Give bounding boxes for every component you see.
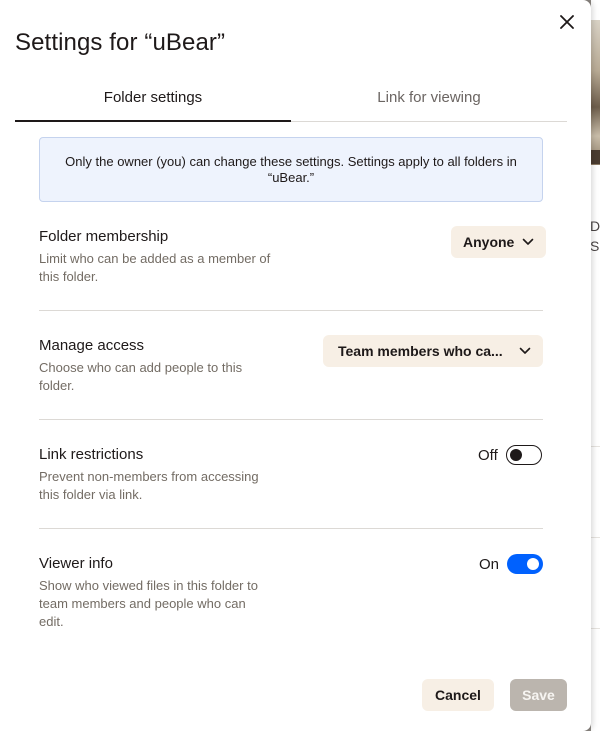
tab-link-for-viewing[interactable]: Link for viewing: [291, 80, 567, 121]
background-divider: [591, 537, 600, 538]
settings-panel: Only the owner (you) can change these se…: [15, 122, 567, 642]
manage-access-value: Team members who ca...: [338, 343, 503, 359]
toggle-knob: [527, 558, 540, 570]
manage-access-dropdown[interactable]: Team members who ca...: [323, 335, 543, 367]
close-icon: [560, 15, 574, 29]
viewer-info-description: Show who viewed files in this folder to …: [39, 578, 258, 629]
manage-access-description: Choose who can add people to this folder…: [39, 360, 243, 393]
chevron-down-icon: [519, 347, 531, 355]
folder-membership-description: Limit who can be added as a member of th…: [39, 251, 271, 284]
background-divider: [591, 628, 600, 629]
viewer-info-row: Viewer info Show who viewed files in thi…: [39, 555, 543, 631]
tab-folder-settings[interactable]: Folder settings: [15, 80, 291, 122]
divider: [39, 419, 543, 420]
divider: [39, 528, 543, 529]
toggle-knob: [509, 448, 522, 461]
background-text: D: [590, 218, 600, 234]
link-restrictions-description: Prevent non-members from accessing this …: [39, 469, 259, 502]
link-restrictions-toggle-group: Off: [478, 445, 542, 465]
folder-membership-dropdown[interactable]: Anyone: [451, 226, 547, 258]
link-restrictions-row: Link restrictions Prevent non-members fr…: [39, 446, 543, 504]
background-thumbnail: [591, 20, 600, 165]
link-restrictions-toggle[interactable]: [505, 445, 542, 465]
tab-bar: Folder settings Link for viewing: [15, 80, 567, 122]
settings-dialog: Settings for “uBear” Folder settings Lin…: [0, 0, 591, 731]
background-text: S: [590, 238, 600, 254]
viewer-info-toggle[interactable]: [507, 554, 544, 574]
divider: [39, 310, 543, 311]
dialog-title: Settings for “uBear”: [15, 29, 226, 56]
cancel-button[interactable]: Cancel: [422, 679, 494, 711]
viewer-info-title: Viewer info: [39, 555, 113, 572]
info-banner: Only the owner (you) can change these se…: [39, 137, 543, 202]
viewer-info-toggle-group: On: [479, 554, 544, 574]
background-divider: [591, 446, 600, 447]
save-button[interactable]: Save: [510, 679, 567, 711]
chevron-down-icon: [522, 238, 534, 246]
link-restrictions-title: Link restrictions: [39, 446, 144, 463]
background-thumbnail-dark: [591, 150, 600, 164]
link-restrictions-state: Off: [478, 446, 498, 464]
folder-membership-value: Anyone: [463, 234, 515, 250]
viewer-info-state: On: [479, 555, 500, 573]
close-button[interactable]: [555, 10, 579, 34]
